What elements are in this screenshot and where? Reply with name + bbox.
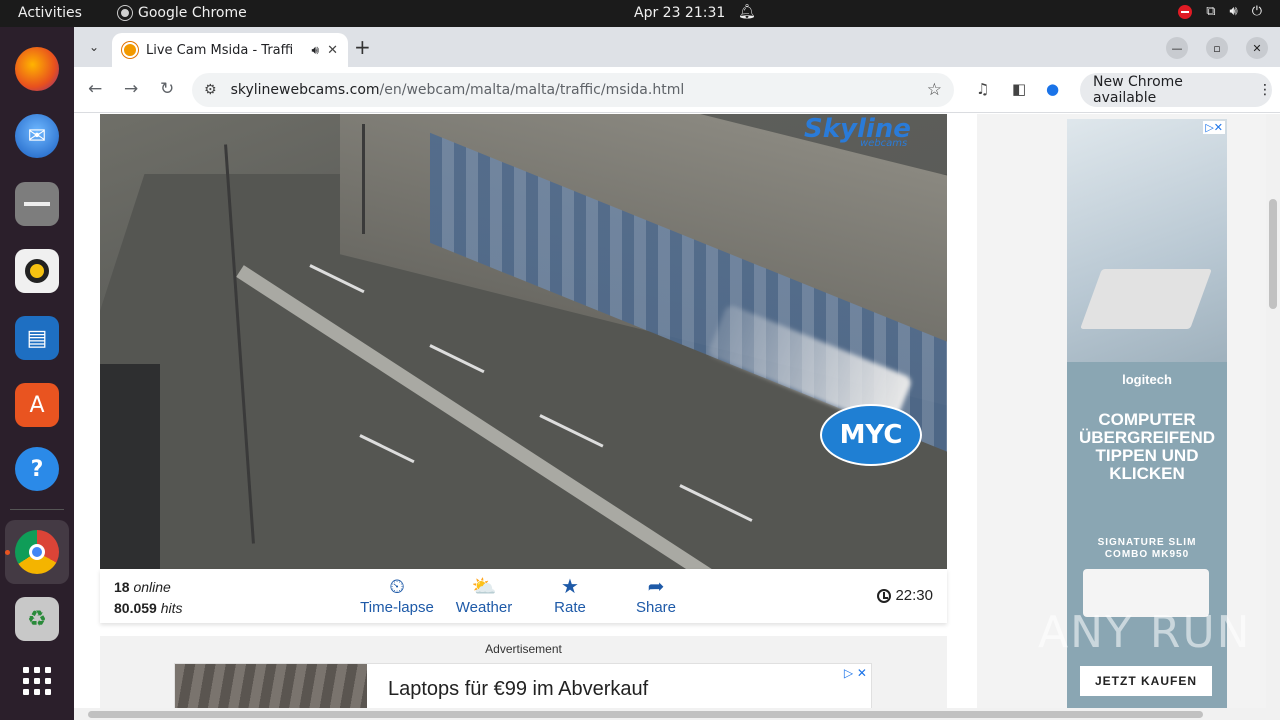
- webcam-info-bar: 18 online 80.059 hits ⏲ Time-lapse ⛅ Wea…: [100, 569, 947, 623]
- writer-icon[interactable]: ▤: [15, 316, 59, 360]
- tab-strip: ⌄ Live Cam Msida - Traffi 🔊︎ ✕ + — ▫ ✕: [74, 27, 1280, 67]
- url-host: skylinewebcams.com: [230, 82, 380, 98]
- firefox-icon[interactable]: [15, 47, 59, 91]
- software-icon[interactable]: A: [15, 383, 59, 427]
- local-time: 22:30: [877, 587, 933, 604]
- bookmark-star-icon[interactable]: ☆: [927, 80, 942, 100]
- clock-icon: [877, 588, 892, 603]
- hits-label: hits: [160, 600, 183, 616]
- reload-icon[interactable]: ↻: [160, 79, 174, 99]
- street-lamp: [362, 124, 365, 234]
- address-bar[interactable]: ⚙ skylinewebcams.com/en/webcam/malta/mal…: [192, 73, 954, 107]
- apps-grid-icon[interactable]: [15, 659, 59, 703]
- close-tab-icon[interactable]: ✕: [327, 43, 338, 58]
- main-content: Skyline webcams MYC 18 online 80.059 hit…: [74, 114, 977, 720]
- weather-icon: ⛅: [471, 576, 497, 598]
- favicon-icon: [122, 42, 138, 58]
- ad-brand: logitech: [1122, 372, 1172, 387]
- timelapse-icon: ⏲: [389, 576, 405, 598]
- app-menu[interactable]: Google Chrome: [118, 5, 247, 21]
- viewer-stats: 18 online 80.059 hits: [114, 577, 183, 619]
- app-name: Google Chrome: [138, 5, 247, 21]
- share-label: Share: [635, 599, 677, 616]
- chrome-icon[interactable]: [15, 530, 59, 574]
- system-top-bar: Activities Google Chrome Apr 23 21:31 🔔︎…: [0, 0, 1280, 27]
- browser-toolbar: ← → ↻ ⚙ skylinewebcams.com/en/webcam/mal…: [74, 67, 1280, 113]
- forward-icon[interactable]: →: [124, 79, 138, 99]
- recording-indicator-icon: [1178, 4, 1193, 19]
- skyline-logo-sub: webcams: [860, 138, 908, 149]
- online-label: online: [133, 579, 171, 595]
- weather-label: Weather: [455, 599, 513, 616]
- minimize-icon[interactable]: —: [1166, 37, 1188, 59]
- rhythmbox-icon[interactable]: [15, 249, 59, 293]
- volume-icon: 🔊︎: [1229, 4, 1238, 19]
- maximize-icon[interactable]: ▫: [1206, 37, 1228, 59]
- notification-bell-icon: 🔔︎: [738, 4, 756, 20]
- adchoices-icon[interactable]: ▷ ✕: [844, 666, 867, 680]
- rate-label: Rate: [554, 599, 586, 616]
- new-tab-icon[interactable]: +: [354, 35, 371, 59]
- update-chrome-button[interactable]: New Chrome available ⋮: [1080, 73, 1272, 107]
- profile-icon[interactable]: ●: [1046, 80, 1059, 98]
- weather-button[interactable]: ⛅ Weather: [439, 575, 529, 616]
- browser-window: ⌄ Live Cam Msida - Traffi 🔊︎ ✕ + — ▫ ✕ ←…: [74, 27, 1280, 720]
- online-count: 18: [114, 579, 130, 595]
- audio-playing-icon[interactable]: 🔊︎: [312, 43, 320, 58]
- ad-cta-button[interactable]: JETZT KAUFEN: [1080, 666, 1212, 696]
- clock[interactable]: Apr 23 21:31: [634, 5, 725, 21]
- site-info-icon[interactable]: ⚙: [204, 82, 217, 98]
- horizontal-scrollbar[interactable]: [74, 708, 1266, 720]
- local-time-value: 22:30: [895, 587, 933, 604]
- anyrun-watermark: ANY RUN: [1038, 607, 1252, 658]
- share-button[interactable]: ➦ Share: [611, 575, 701, 616]
- ad-banner-text: Laptops für €99 im Abverkauf: [388, 678, 649, 700]
- files-icon[interactable]: [15, 182, 59, 226]
- back-icon[interactable]: ←: [88, 79, 102, 99]
- tab-search-icon[interactable]: ⌄: [82, 35, 106, 59]
- advertisement-label: Advertisement: [485, 642, 562, 656]
- rate-button[interactable]: ★ Rate: [525, 575, 615, 616]
- thunderbird-icon[interactable]: ✉: [15, 114, 59, 158]
- vertical-scrollbar[interactable]: [1266, 114, 1280, 720]
- ad-headline: COMPUTER ÜBERGREIFEND TIPPEN UND KLICKEN: [1079, 410, 1216, 483]
- side-panel-icon[interactable]: ◧: [1012, 80, 1026, 98]
- close-window-icon[interactable]: ✕: [1246, 37, 1268, 59]
- network-icon: ⧉: [1206, 4, 1216, 19]
- horizontal-scroll-thumb[interactable]: [88, 711, 1203, 718]
- ad-product: SIGNATURE SLIM COMBO MK950: [1097, 537, 1197, 560]
- share-icon: ➦: [647, 576, 665, 598]
- star-icon: ★: [561, 576, 579, 598]
- hits-count: 80.059: [114, 600, 157, 616]
- media-controls-icon[interactable]: ♫: [976, 80, 989, 98]
- timelapse-button[interactable]: ⏲ Time-lapse: [352, 575, 442, 616]
- activities-button[interactable]: Activities: [18, 5, 82, 21]
- webcam-player[interactable]: Skyline webcams MYC: [100, 114, 947, 569]
- update-label: New Chrome available: [1093, 74, 1183, 106]
- running-indicator: [5, 550, 10, 555]
- web-page: Skyline webcams MYC 18 online 80.059 hit…: [74, 114, 1280, 720]
- myc-logo: MYC: [820, 404, 922, 466]
- dock: ✉ ▤ A ? ♻: [0, 27, 74, 720]
- chrome-small-icon: [118, 6, 132, 20]
- vertical-scroll-thumb[interactable]: [1269, 199, 1277, 309]
- tab-title: Live Cam Msida - Traffi: [146, 42, 294, 58]
- more-menu-icon[interactable]: ⋮: [1258, 82, 1272, 98]
- power-icon: ⏻: [1251, 4, 1262, 19]
- url-path: /en/webcam/malta/malta/traffic/msida.htm…: [379, 82, 685, 98]
- system-tray[interactable]: ⧉ 🔊︎ ⏻: [1178, 4, 1262, 19]
- timelapse-label: Time-lapse: [360, 599, 434, 616]
- ad-laptop-image: [1080, 269, 1212, 329]
- dock-separator: [10, 509, 64, 510]
- trash-icon[interactable]: ♻: [15, 597, 59, 641]
- sidewalk-shadow: [100, 364, 160, 569]
- help-icon[interactable]: ?: [15, 447, 59, 491]
- tab-live-cam[interactable]: Live Cam Msida - Traffi 🔊︎ ✕: [112, 33, 348, 67]
- adchoices-icon[interactable]: ▷✕: [1203, 121, 1225, 134]
